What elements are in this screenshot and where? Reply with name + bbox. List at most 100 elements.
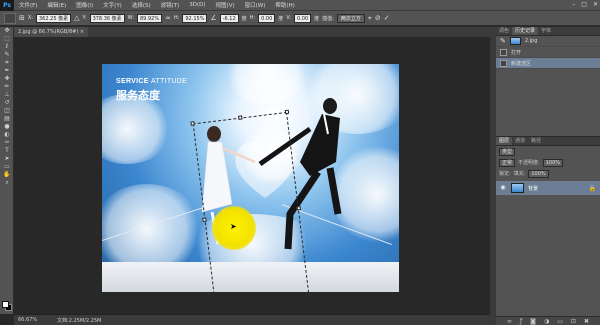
lock-row: 锁定: 填充: 100% xyxy=(496,168,600,179)
menu-window[interactable]: 窗口(W) xyxy=(240,1,271,9)
history-item-label: 打开 xyxy=(511,49,522,56)
healing-tool-icon[interactable]: ✚ xyxy=(0,75,14,83)
cancel-transform-icon[interactable]: ⊘ xyxy=(375,14,381,22)
transform-handle-left[interactable] xyxy=(202,217,207,223)
commit-transform-icon[interactable]: ✓ xyxy=(384,14,390,22)
tab-character[interactable]: 字体 xyxy=(538,27,554,35)
menu-help[interactable]: 帮助(H) xyxy=(270,1,299,9)
brush-tool-icon[interactable]: ✏ xyxy=(0,83,14,91)
history-item-label: 新建选区 xyxy=(511,60,532,67)
type-tool-icon[interactable]: T xyxy=(0,147,14,155)
x-field[interactable]: 362.25 像素 xyxy=(36,13,72,23)
vskew-field[interactable]: 0.00 xyxy=(294,13,312,23)
crop-tool-icon[interactable]: ⌗ xyxy=(0,59,14,67)
transform-handle-right[interactable] xyxy=(296,205,301,211)
mouse-cursor-icon: ➤ xyxy=(230,222,237,231)
menu-edit[interactable]: 编辑(E) xyxy=(42,1,71,9)
move-tool-icon[interactable]: ✥ xyxy=(0,27,14,35)
lock-label: 锁定: xyxy=(499,171,511,177)
document-tab[interactable]: 2.jpg @ 66.7%(RGB/8#) × xyxy=(14,27,89,37)
x-label: X: xyxy=(27,15,33,21)
layer-name: 背景 xyxy=(528,185,539,192)
tab-channels[interactable]: 通道 xyxy=(512,137,528,145)
opacity-field[interactable]: 100% xyxy=(542,158,563,167)
title-english-bold: SERVICE xyxy=(116,78,149,85)
zoom-tool-icon[interactable]: ⌕ xyxy=(0,179,14,187)
h-label: H: xyxy=(173,15,180,21)
interpolation-label: 插值: xyxy=(322,15,334,22)
photoshop-window: Ps 文件(F) 编辑(E) 图像(I) 文字(Y) 选择(S) 滤镜(T) 3… xyxy=(0,0,600,325)
width-field[interactable]: 89.92% xyxy=(137,13,163,23)
tab-paths[interactable]: 路径 xyxy=(528,137,544,145)
tab-history[interactable]: 历史记录 xyxy=(512,27,539,35)
link-layers-icon[interactable]: ∞ xyxy=(507,317,512,325)
tab-layers[interactable]: 图层 xyxy=(496,137,513,145)
stamp-tool-icon[interactable]: ⊥ xyxy=(0,91,14,99)
transform-handle-tl[interactable] xyxy=(190,121,195,126)
y-label: Y: xyxy=(82,15,87,21)
history-item-open[interactable]: 打开 xyxy=(496,47,600,58)
blur-tool-icon[interactable]: ● xyxy=(0,123,14,131)
zoom-level[interactable]: 66.67% xyxy=(18,317,37,323)
y-field[interactable]: 378.36 像素 xyxy=(89,13,125,23)
history-item-new-selection[interactable]: 新建选区 xyxy=(496,58,600,69)
folder-icon[interactable]: ▭ xyxy=(557,317,563,325)
quick-select-tool-icon[interactable]: ✎ xyxy=(0,51,14,59)
transform-handle-top[interactable] xyxy=(238,115,243,120)
path-select-tool-icon[interactable]: ➤ xyxy=(0,155,14,163)
history-snapshot[interactable]: ✎ 2.jpg xyxy=(496,36,600,47)
blend-row: 正常 不透明度: 100% xyxy=(496,157,600,168)
fill-label: 填充: xyxy=(513,171,526,177)
minimize-icon[interactable]: – xyxy=(572,1,575,8)
trash-icon[interactable]: ✖ xyxy=(584,317,589,325)
hand-tool-icon[interactable]: ✋ xyxy=(0,171,14,179)
delta-icon[interactable]: △ xyxy=(74,14,79,22)
menu-type[interactable]: 文字(Y) xyxy=(98,1,127,9)
menu-view[interactable]: 视图(V) xyxy=(211,1,240,9)
maximize-icon[interactable]: □ xyxy=(581,1,587,8)
mask-icon[interactable]: ◙ xyxy=(530,317,536,325)
angle-unit: 度 xyxy=(241,15,247,22)
warp-mode-icon[interactable]: ⌖ xyxy=(368,14,372,23)
link-icon[interactable]: ∞ xyxy=(165,14,171,22)
eye-icon[interactable]: ◉ xyxy=(499,184,507,192)
marquee-tool-icon[interactable]: ⬚ xyxy=(0,35,14,43)
menu-image[interactable]: 图像(I) xyxy=(71,1,98,9)
right-panels: 调色 历史记录 字体 ✎ 2.jpg 打开 新建选区 图层 通道 路径 类型 正… xyxy=(496,27,600,325)
pen-tool-icon[interactable]: ✑ xyxy=(0,139,14,147)
menu-3d[interactable]: 3D(D) xyxy=(184,2,210,8)
kind-filter-select[interactable]: 类型 xyxy=(499,147,516,156)
gradient-tool-icon[interactable]: ▤ xyxy=(0,115,14,123)
interpolation-select[interactable]: 两次立方 xyxy=(336,13,365,23)
angle-field[interactable]: -6.12 xyxy=(219,13,239,23)
menu-select[interactable]: 选择(S) xyxy=(127,1,156,9)
history-brush-tool-icon[interactable]: ↺ xyxy=(0,99,14,107)
history-brush-source-icon[interactable]: ✎ xyxy=(500,37,506,45)
document-size: 文档:2.25M/2.25M xyxy=(57,317,102,324)
blend-mode-select[interactable]: 正常 xyxy=(499,158,516,167)
lasso-tool-icon[interactable]: ℓ xyxy=(0,43,14,51)
vskew-label: V: xyxy=(286,15,291,21)
height-field[interactable]: 92.15% xyxy=(182,13,208,23)
menu-file[interactable]: 文件(F) xyxy=(14,1,42,9)
new-layer-icon[interactable]: ⊡ xyxy=(571,317,576,325)
shape-tool-icon[interactable]: ▭ xyxy=(0,163,14,171)
menu-filter[interactable]: 滤镜(T) xyxy=(156,1,185,9)
fx-icon[interactable]: ƒ xyxy=(520,317,522,325)
image-canvas[interactable]: SERVICE ATTITUDE 服务态度 ➤ xyxy=(102,64,399,292)
eraser-tool-icon[interactable]: ◫ xyxy=(0,107,14,115)
status-bar: 66.67% 文档:2.25M/2.25M xyxy=(14,314,490,325)
hskew-field[interactable]: 0.00 xyxy=(258,13,276,23)
layer-thumbnail xyxy=(511,183,524,193)
eyedropper-tool-icon[interactable]: ✒ xyxy=(0,67,14,75)
fill-field[interactable]: 100% xyxy=(528,169,549,178)
adjustment-icon[interactable]: ◑ xyxy=(544,317,549,325)
tab-adjust[interactable]: 调色 xyxy=(496,27,512,35)
transform-handle-tr[interactable] xyxy=(284,109,290,115)
foreground-color-swatch[interactable] xyxy=(2,301,9,308)
reference-point-icon[interactable]: ⊞ xyxy=(19,14,25,22)
dodge-tool-icon[interactable]: ◐ xyxy=(0,131,14,139)
close-icon[interactable]: ✕ xyxy=(593,1,598,8)
layer-item-background[interactable]: ◉ 背景 🔒 xyxy=(496,181,600,195)
transform-tool-preset[interactable] xyxy=(4,12,16,24)
